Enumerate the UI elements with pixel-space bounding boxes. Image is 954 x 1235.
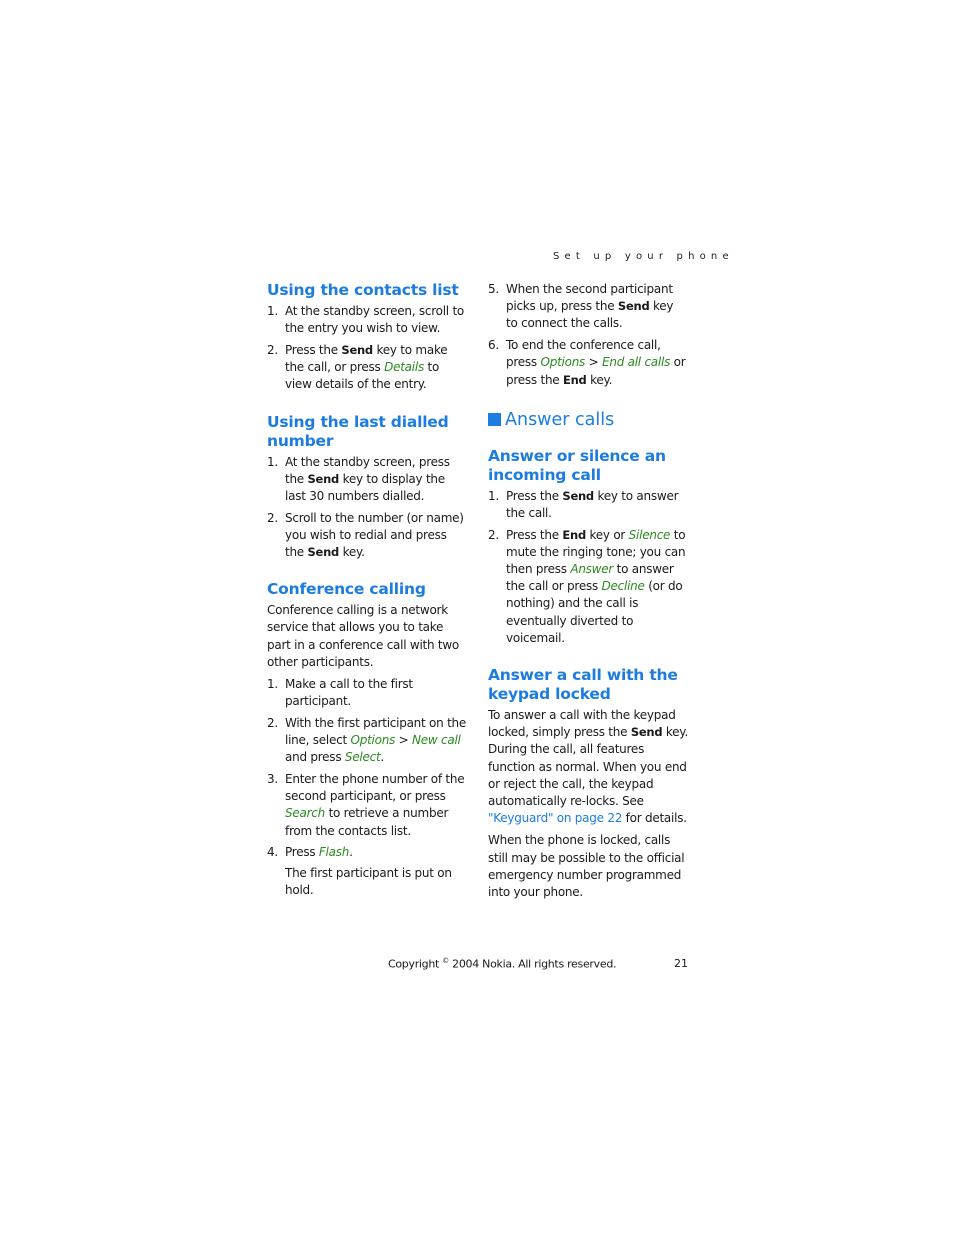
section-answer-silence: Answer or silence an incoming call 1. Pre…	[488, 447, 688, 647]
step-text: Press the	[506, 488, 563, 503]
keypad-locked-paragraph: To answer a call with the keypad locked,…	[488, 707, 688, 827]
key-name: Send	[341, 342, 373, 357]
copyright-text: 2004 Nokia. All rights reserved.	[448, 957, 617, 971]
key-name: End	[562, 527, 586, 542]
step-number: 1.	[267, 677, 278, 692]
softkey-label: Search	[285, 806, 325, 821]
softkey-label: Silence	[628, 527, 671, 542]
list-item: 4. Press Flash.	[267, 844, 467, 861]
key-name: Send	[307, 545, 340, 560]
right-column: 5. When the second participant picks up, …	[488, 281, 688, 906]
step-text: .	[380, 750, 384, 765]
copyright-text: Copyright	[388, 957, 443, 971]
softkey-label: Flash	[318, 845, 350, 860]
heading-text: Answer calls	[505, 409, 615, 430]
list-item: 6. To end the conference call, press Opti…	[488, 337, 688, 389]
heading-contacts-list: Using the contacts list	[267, 281, 459, 299]
body-text: for details.	[622, 811, 687, 826]
running-head: Set up your phone	[553, 251, 734, 262]
step-text: Press the	[506, 527, 563, 542]
step-text: Make a call to the first participant.	[285, 677, 413, 709]
key-name: Send	[562, 488, 594, 503]
keyguard-page-link[interactable]: "Keyguard" on page 22	[488, 811, 622, 825]
step-text: Press	[285, 845, 319, 860]
section-keypad-locked: Answer a call with the keypad locked To …	[488, 666, 688, 901]
step-number: 4.	[267, 845, 278, 860]
section-conference-calling: Conference calling Conference calling is…	[267, 580, 467, 899]
step-text: key.	[586, 372, 613, 387]
key-name: Send	[617, 299, 650, 314]
key-name: Send	[307, 471, 340, 486]
list-item: 2. Press the End key or Silence to mute t…	[488, 527, 688, 647]
conference-intro: Conference calling is a network service …	[267, 603, 460, 669]
page-number: 21	[674, 957, 688, 970]
step-number: 2.	[267, 342, 278, 357]
step-number: 2.	[488, 527, 499, 542]
list-item: 2. Press the Send key to make the call, o…	[267, 342, 467, 394]
step-text: Enter the phone number of the second par…	[285, 772, 465, 804]
answer-silence-steps: 1. Press the Send key to answer the call.…	[488, 488, 688, 647]
list-item: 2. Scroll to the number (or name) you wis…	[267, 510, 467, 562]
section-marker-icon	[488, 413, 501, 427]
emergency-note: When the phone is locked, calls still ma…	[488, 833, 685, 900]
step-number: 3.	[267, 772, 278, 787]
softkey-label: Options	[540, 355, 586, 370]
list-item: 5. When the second participant picks up, …	[488, 281, 688, 333]
heading-answer-silence: Answer or silence an incoming call	[488, 446, 666, 484]
softkey-label: New call	[412, 733, 461, 748]
step-text: key or	[585, 527, 629, 542]
softkey-label: End all calls	[602, 355, 671, 370]
list-item: 1. At the standby screen, press the Send …	[267, 454, 467, 506]
last-dialled-steps: 1. At the standby screen, press the Send …	[267, 454, 467, 562]
heading-last-dialled: Using the last dialled number	[267, 412, 449, 450]
softkey-label: Details	[384, 360, 424, 375]
step-text: >	[395, 733, 413, 748]
left-column: Using the contacts list 1. At the standby…	[267, 281, 467, 899]
conference-steps-continued: 5. When the second participant picks up, …	[488, 281, 688, 389]
step-text: and press	[285, 750, 345, 765]
softkey-label: Select	[344, 750, 381, 765]
softkey-label: Answer	[570, 562, 614, 577]
step-number: 5.	[488, 282, 499, 296]
heading-answer-calls: Answer calls	[488, 409, 688, 431]
list-item: 1. Make a call to the first participant.	[267, 676, 467, 710]
step-number: 1.	[488, 488, 499, 503]
conference-steps: 1. Make a call to the first participant. …	[267, 676, 467, 862]
softkey-label: Options	[350, 733, 396, 748]
list-item: 1. At the standby screen, scroll to the e…	[267, 303, 467, 337]
copyright-symbol: ©	[442, 957, 449, 965]
step-text: key.	[339, 545, 365, 560]
contacts-steps: 1. At the standby screen, scroll to the e…	[267, 303, 467, 394]
step-number: 2.	[267, 715, 278, 730]
step-text: At the standby screen, scroll to the ent…	[285, 304, 465, 336]
list-item: 1. Press the Send key to answer the call.	[488, 488, 688, 522]
section-contacts-list: Using the contacts list 1. At the standby…	[267, 281, 467, 394]
step-text: .	[349, 845, 353, 860]
section-last-dialled: Using the last dialled number 1. At the s…	[267, 413, 467, 562]
softkey-label: Decline	[601, 579, 645, 594]
key-name: Send	[630, 725, 663, 740]
step-text: >	[585, 355, 602, 370]
step-number: 6.	[488, 338, 499, 353]
copyright-notice: Copyright © 2004 Nokia. All rights reser…	[388, 957, 617, 971]
step-text: Press the	[285, 342, 342, 357]
step-number: 1.	[267, 304, 278, 318]
list-item: 2. With the first participant on the line…	[267, 715, 467, 767]
step-note: The first participant is put on hold.	[285, 865, 452, 897]
heading-keypad-locked: Answer a call with the keypad locked	[488, 666, 678, 704]
key-name: End	[563, 372, 587, 387]
step-number: 2.	[267, 510, 278, 525]
step-number: 1.	[267, 454, 278, 469]
list-item: 3. Enter the phone number of the second p…	[267, 771, 467, 840]
heading-conference-calling: Conference calling	[267, 580, 426, 599]
